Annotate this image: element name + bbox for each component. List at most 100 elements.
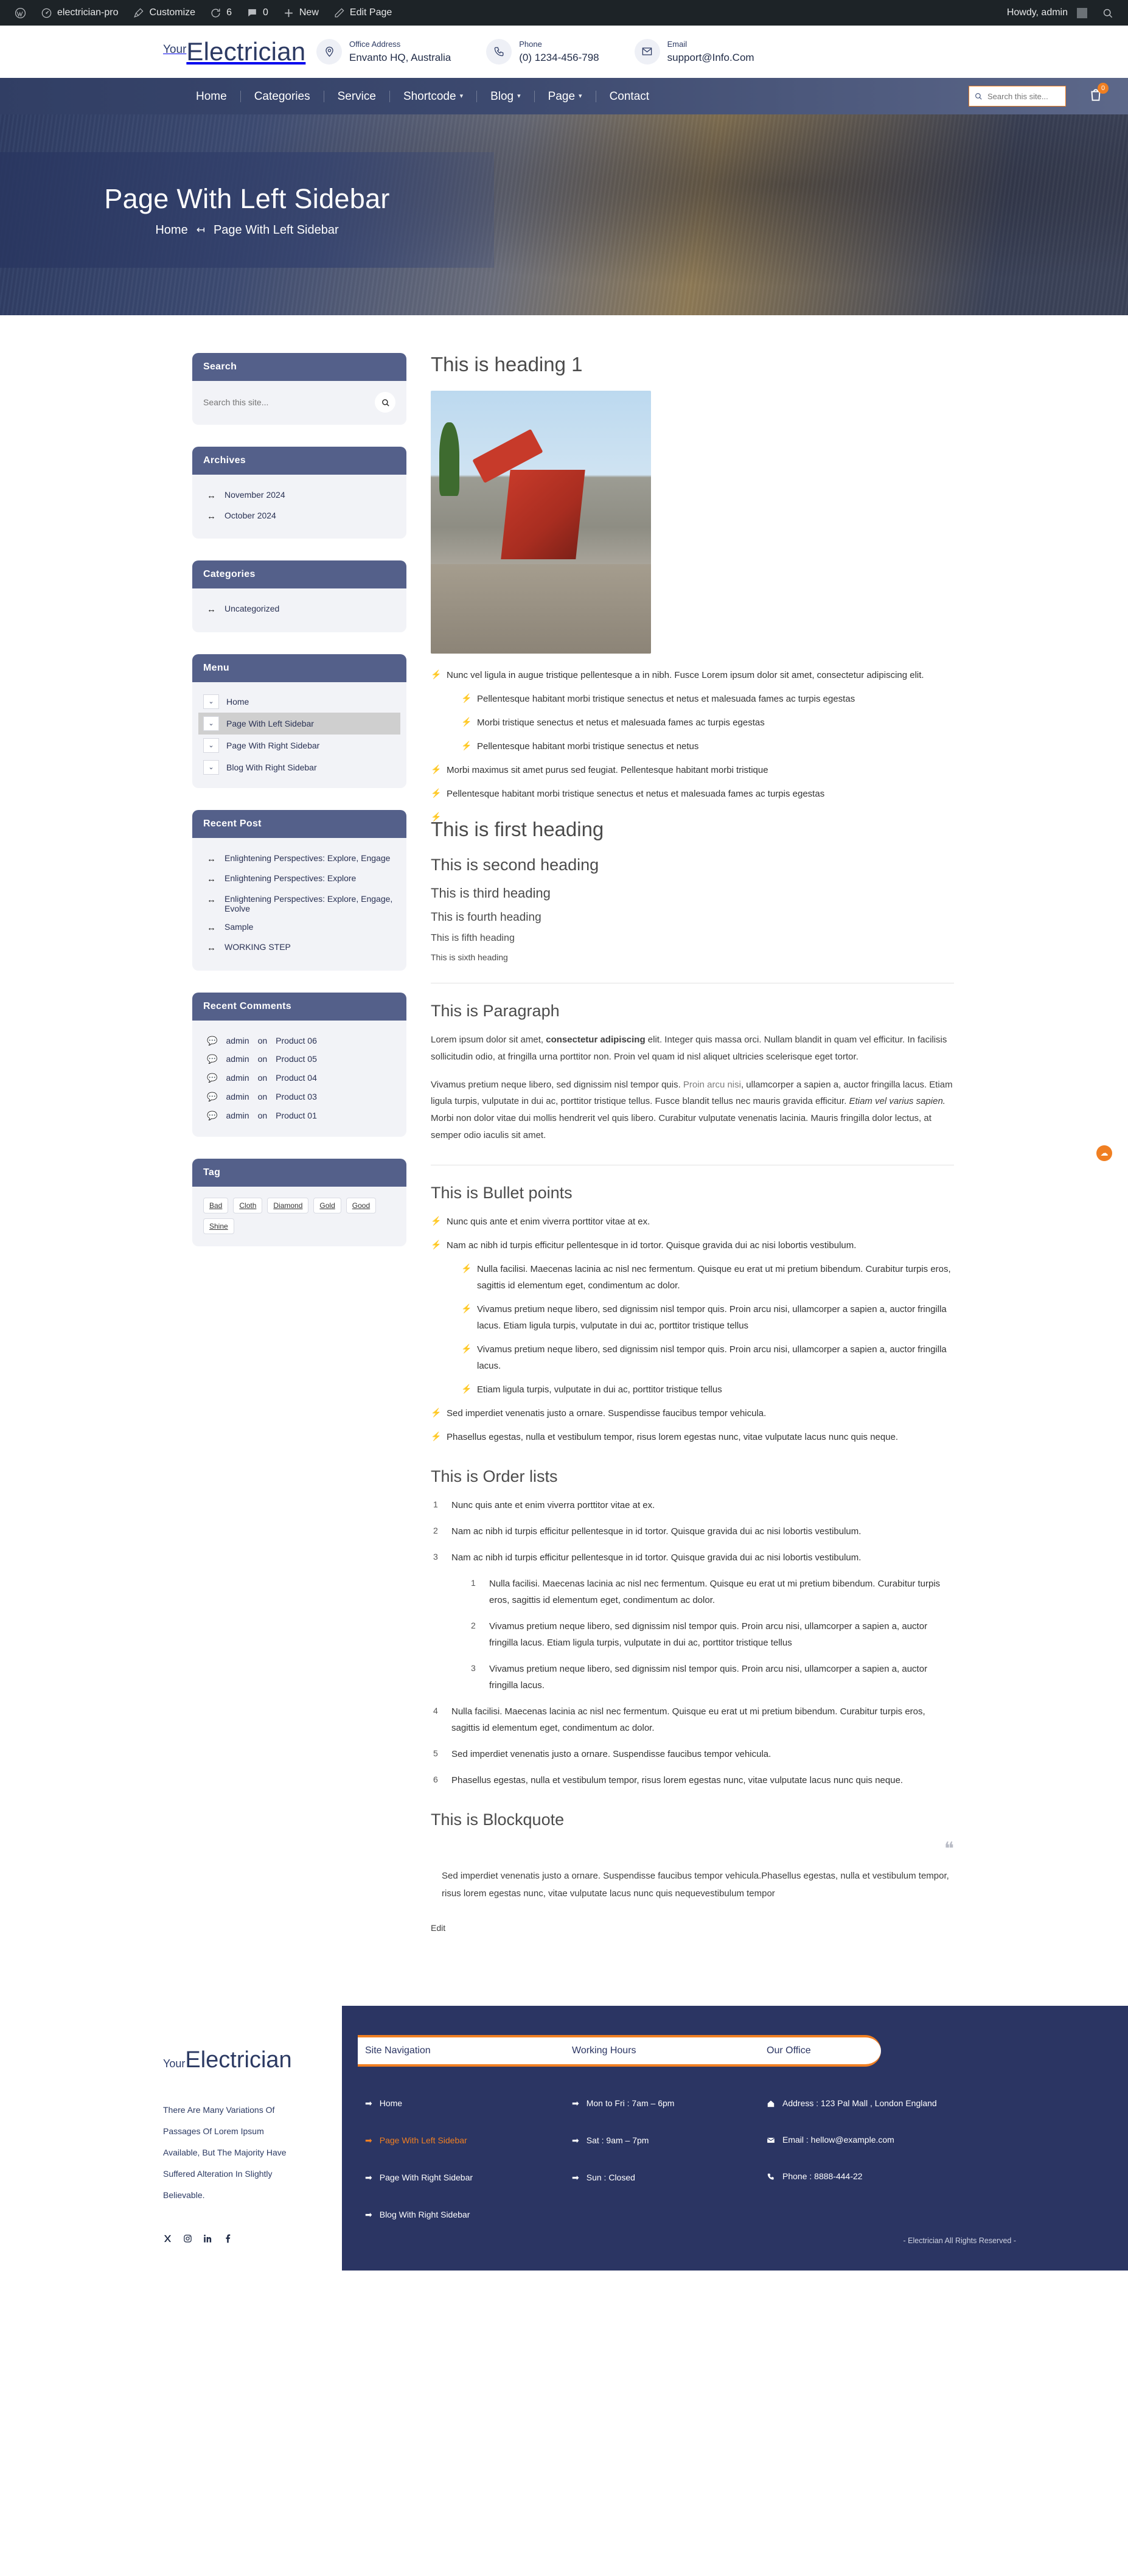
office-email-row[interactable]: Email : hellow@example.com [767, 2135, 1059, 2145]
list-item[interactable]: ↔ Enlightening Perspectives: Explore, Eng… [203, 890, 395, 918]
footer-nav-item-blog-with-right-sidebar[interactable]: ➡ Blog With Right Sidebar [365, 2210, 572, 2220]
footer-logo[interactable]: YourElectrician [163, 2048, 298, 2072]
adminbar-comments[interactable]: 0 [239, 0, 276, 26]
nav-item-home[interactable]: Home [183, 90, 241, 102]
chevron-down-icon[interactable]: ⌄ [203, 694, 219, 709]
menu-label: Page With Left Sidebar [226, 718, 314, 728]
list-item-text: Morbi tristique senectus et netus et mal… [477, 717, 765, 728]
sidebar-search-input[interactable] [203, 397, 369, 407]
comment-author: admin [226, 1054, 249, 1064]
breadcrumb-home[interactable]: Home [155, 223, 187, 237]
adminbar-search[interactable] [1095, 0, 1121, 26]
sidebar-search-form[interactable] [203, 392, 395, 413]
sidebar-menu-item-page-with-left-sidebar[interactable]: ⌄ Page With Left Sidebar [198, 712, 400, 735]
wp-logo-menu[interactable] [7, 0, 33, 26]
paragraph-2: Vivamus pretium neque libero, sed dignis… [431, 1077, 954, 1144]
tag-link[interactable]: Good [346, 1198, 377, 1214]
footer-nav-item-page-with-right-sidebar[interactable]: ➡ Page With Right Sidebar [365, 2173, 572, 2183]
archive-link[interactable]: November 2024 [225, 490, 285, 500]
sidebar-menu-item-page-with-right-sidebar[interactable]: ⌄ Page With Right Sidebar [198, 735, 400, 756]
archive-link[interactable]: October 2024 [225, 511, 276, 520]
envelope-icon [634, 38, 660, 65]
list-item[interactable]: 💬 admin on Product 05 [203, 1050, 395, 1069]
cart-button[interactable]: 0 [1088, 82, 1109, 106]
nav-search-input[interactable] [987, 91, 1059, 101]
scroll-to-top-button[interactable]: ☁ [1096, 1145, 1112, 1161]
adminbar-customize[interactable]: Customize [125, 0, 203, 26]
adminbar-howdy[interactable]: Howdy, admin [1000, 0, 1095, 26]
list-item[interactable]: ↔ November 2024 [203, 486, 395, 506]
list-item: Nunc quis ante et enim viverra porttitor… [431, 1497, 954, 1513]
list-item-text: Nam ac nibh id turpis efficitur pellente… [451, 1526, 862, 1537]
adminbar-updates[interactable]: 6 [203, 0, 239, 26]
edit-link[interactable]: Edit [431, 1923, 445, 1933]
nav-item-service[interactable]: Service [324, 90, 390, 102]
sidebar-menu-item-blog-with-right-sidebar[interactable]: ⌄ Blog With Right Sidebar [198, 756, 400, 778]
footer-social-links [163, 2206, 298, 2246]
chevron-down-icon[interactable]: ⌄ [203, 738, 219, 753]
working-hours-item: ➡ Mon to Fri : 7am – 6pm [572, 2098, 767, 2109]
nav-item-blog[interactable]: Blog ▾ [477, 90, 535, 102]
comment-post-link[interactable]: Product 04 [276, 1073, 317, 1083]
footer-nav-item-page-with-left-sidebar[interactable]: ➡ Page With Left Sidebar [365, 2135, 572, 2146]
widget-tag: Tag Bad Cloth Diamond Gold Good Shine [192, 1159, 406, 1247]
nav-item-page[interactable]: Page ▾ [535, 90, 596, 102]
tag-link[interactable]: Cloth [233, 1198, 263, 1214]
instagram-icon[interactable] [183, 2234, 192, 2246]
list-item[interactable]: ↔ WORKING STEP [203, 938, 395, 958]
list-item[interactable]: 💬 admin on Product 06 [203, 1031, 395, 1050]
paragraph-text: Vivamus pretium neque libero, sed dignis… [431, 1079, 683, 1090]
comment-on: on [257, 1035, 268, 1045]
sidebar-menu-item-home[interactable]: ⌄ Home [198, 691, 400, 713]
tag-link[interactable]: Shine [203, 1218, 234, 1235]
tag-link[interactable]: Bad [203, 1198, 229, 1214]
sidebar-search-button[interactable] [375, 392, 395, 413]
post-link[interactable]: Enlightening Perspectives: Explore, Enga… [225, 853, 390, 863]
post-link[interactable]: Sample [225, 922, 253, 932]
comment-post-link[interactable]: Product 03 [276, 1092, 317, 1101]
paragraph-link[interactable]: Proin arcu nisi [683, 1080, 741, 1090]
main-content: This is heading 1 Nunc vel ligula in aug… [431, 353, 954, 1933]
footer-working-hours-list: ➡ Mon to Fri : 7am – 6pm ➡ Sat : 9am – 7pm… [572, 2098, 767, 2247]
list-item[interactable]: ↔ October 2024 [203, 506, 395, 527]
list-item[interactable]: 💬 admin on Product 03 [203, 1087, 395, 1106]
x-icon[interactable] [163, 2234, 172, 2246]
list-item[interactable]: 💬 admin on Product 01 [203, 1106, 395, 1125]
nav-item-contact[interactable]: Contact [596, 91, 663, 102]
comment-post-link[interactable]: Product 01 [276, 1111, 317, 1120]
post-link[interactable]: Enlightening Perspectives: Explore, Enga… [225, 894, 395, 913]
list-item[interactable]: 💬 admin on Product 04 [203, 1069, 395, 1087]
content-heading-fourth: This is fourth heading [431, 911, 541, 924]
arrow-right-icon: ➡ [365, 2173, 372, 2182]
category-link[interactable]: Uncategorized [225, 604, 279, 613]
site-logo[interactable]: Your Electrician [0, 39, 316, 65]
tag-link[interactable]: Gold [313, 1198, 341, 1214]
chevron-down-icon[interactable]: ⌄ [203, 716, 219, 731]
wp-admin-bar: electrician-pro Customize 6 0 New Edit P… [0, 0, 1128, 26]
office-phone-row[interactable]: Phone : 8888-444-22 [767, 2171, 1059, 2181]
list-item[interactable]: ↔ Enlightening Perspectives: Explore [203, 869, 395, 890]
footer-nav-item-home[interactable]: ➡ Home [365, 2098, 572, 2109]
comment-post-link[interactable]: Product 06 [276, 1036, 317, 1045]
nav-item-categories[interactable]: Categories [241, 90, 324, 102]
footer-nav-label: Blog With Right Sidebar [379, 2210, 470, 2219]
adminbar-new[interactable]: New [276, 0, 326, 26]
list-item[interactable]: ↔ Sample [203, 918, 395, 938]
adminbar-site-name[interactable]: electrician-pro [33, 0, 125, 26]
comment-post-link[interactable]: Product 05 [276, 1054, 317, 1064]
chevron-down-icon[interactable]: ⌄ [203, 759, 219, 775]
adminbar-edit-page[interactable]: Edit Page [326, 0, 399, 26]
hero-section: Home Categories Service Shortcode ▾ Blog ▾… [0, 78, 1128, 315]
linkedin-icon[interactable] [203, 2234, 212, 2246]
facebook-icon[interactable] [223, 2234, 232, 2246]
tag-link[interactable]: Diamond [267, 1198, 309, 1214]
nav-item-shortcode[interactable]: Shortcode ▾ [390, 90, 478, 102]
widget-categories: Categories ↔ Uncategorized [192, 560, 406, 632]
list-item[interactable]: ↔ Enlightening Perspectives: Explore, Eng… [203, 849, 395, 870]
list-item[interactable]: ↔ Uncategorized [203, 599, 395, 620]
list-item-text: Nunc quis ante et enim viverra porttitor… [451, 1499, 655, 1510]
page-body: Search Archives ↔ November 2024 ↔ October … [0, 315, 1128, 2006]
nav-search-box[interactable] [969, 86, 1066, 106]
post-link[interactable]: WORKING STEP [225, 942, 291, 952]
post-link[interactable]: Enlightening Perspectives: Explore [225, 873, 356, 883]
